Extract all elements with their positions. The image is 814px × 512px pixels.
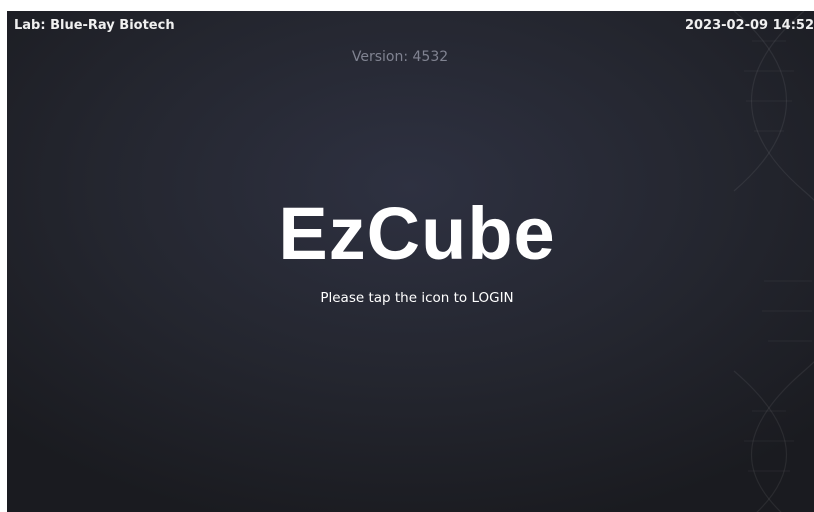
version-label: Version: 4532 — [351, 49, 449, 65]
login-prompt: Please tap the icon to LOGIN — [320, 290, 514, 306]
lab-name: Lab: Blue-Ray Biotech — [14, 18, 175, 33]
datetime: 2023-02-09 14:52 — [684, 18, 814, 33]
brand-logo-text[interactable]: EzCube — [7, 191, 814, 276]
login-screen: Lab: Blue-Ray Biotech 2023-02-09 14:52 V… — [7, 11, 814, 512]
